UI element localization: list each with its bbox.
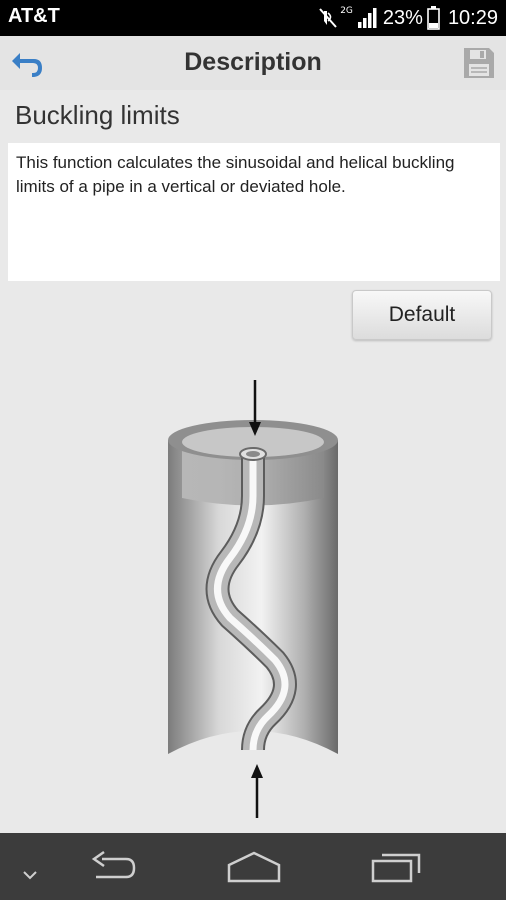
recent-apps-icon[interactable] [370, 849, 422, 885]
home-icon[interactable] [226, 849, 282, 885]
network-type: 2G [340, 6, 353, 16]
status-icons: 2G 23% 10:29 [314, 4, 498, 32]
clock: 10:29 [447, 6, 498, 29]
action-bar: Description [0, 36, 506, 90]
signal-icon [357, 8, 377, 28]
section-title: Buckling limits [15, 100, 180, 130]
status-bar: AT&T 2G 23% 10:29 [0, 0, 506, 36]
carrier-label: AT&T [8, 5, 60, 27]
save-button[interactable] [462, 46, 496, 80]
navigation-bar [0, 833, 506, 900]
save-icon [464, 48, 494, 78]
page-title: Description [184, 48, 322, 76]
description-text: This function calculates the sinusoidal … [8, 143, 500, 281]
collapse-icon[interactable] [20, 857, 40, 893]
default-button[interactable]: Default [352, 290, 492, 340]
mute-icon [319, 8, 337, 28]
buckled-pipe-illustration [168, 380, 338, 818]
battery-percent: 23% [382, 6, 423, 29]
back-icon[interactable] [88, 849, 138, 885]
battery-icon [427, 6, 440, 30]
